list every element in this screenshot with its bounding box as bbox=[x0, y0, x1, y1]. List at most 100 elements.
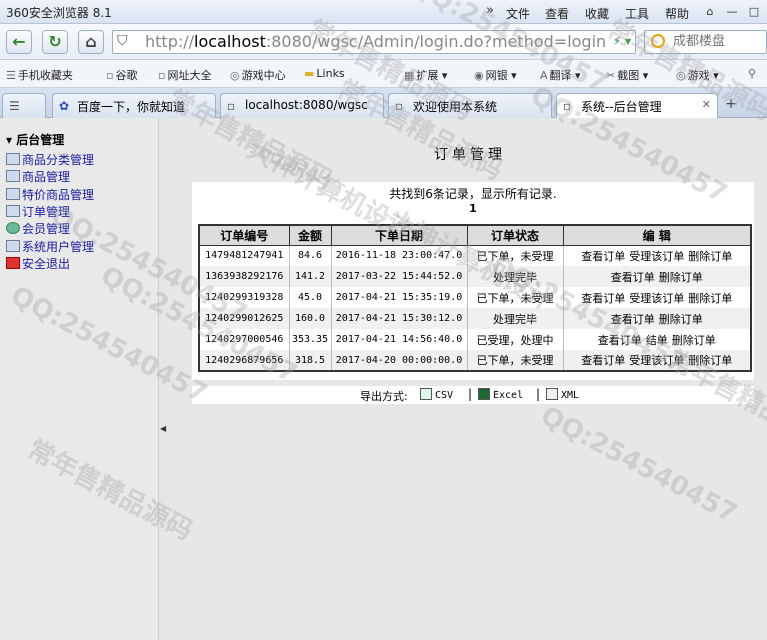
skin-icon[interactable]: ⌂ bbox=[700, 3, 720, 20]
special-icon bbox=[6, 188, 20, 200]
order-action-link[interactable]: 查看订单 bbox=[581, 250, 625, 263]
order-action-link[interactable]: 删除订单 bbox=[659, 313, 703, 326]
navigation-bar: ← ↻ ⌂ ⛉ http://localhost:8080/wgsc/Admin… bbox=[0, 24, 767, 60]
export-excel-button[interactable]: Excel bbox=[478, 388, 523, 401]
menu-help[interactable]: 帮助 bbox=[665, 5, 689, 22]
col-status: 订单状态 bbox=[466, 224, 564, 246]
order-action-link[interactable]: 结单 bbox=[646, 334, 668, 347]
page-icon: ▫ bbox=[158, 69, 166, 82]
menu-tools[interactable]: 工具 bbox=[625, 5, 649, 22]
maximize-icon[interactable]: □ bbox=[744, 3, 764, 20]
address-bar[interactable]: ⛉ http://localhost:8080/wgsc/Admin/login… bbox=[112, 30, 636, 54]
actions-cell: 查看订单 受理该订单 删除订单 bbox=[563, 245, 752, 266]
grid-icon: ▦ bbox=[404, 69, 415, 82]
frame-splitter[interactable]: ◀ bbox=[158, 118, 166, 640]
export-label: 导出方式: bbox=[360, 390, 408, 403]
tab-admin[interactable]: ▫ 系统--后台管理 ✕ bbox=[556, 93, 718, 118]
close-icon[interactable]: ✕ bbox=[702, 98, 711, 111]
back-arrow-icon: ← bbox=[12, 32, 26, 51]
search-icon[interactable]: ⚲ bbox=[748, 67, 758, 80]
search-input[interactable] bbox=[673, 34, 763, 49]
order-action-link[interactable]: 查看订单 bbox=[611, 313, 655, 326]
order-id-cell: 1240297000546 bbox=[199, 329, 290, 350]
screenshot-button[interactable]: ✂ 截图 ▾ bbox=[606, 67, 648, 83]
refresh-button[interactable]: ↻ bbox=[42, 30, 68, 54]
user-icon bbox=[6, 240, 20, 252]
sidebar-item-orders[interactable]: 订单管理 bbox=[6, 203, 70, 220]
new-tab-button[interactable]: + bbox=[722, 96, 740, 114]
refresh-icon: ↻ bbox=[48, 32, 62, 51]
sidebar-item-category[interactable]: 商品分类管理 bbox=[6, 151, 94, 168]
sidebar: ▾ 后台管理 商品分类管理 商品管理 特价商品管理 订单管理 会员管理 系统用户… bbox=[0, 118, 158, 640]
table-row: 1240299319328 45.0 2017-04-21 15:35:19.0 已下… bbox=[199, 287, 752, 308]
actions-cell: 查看订单 结单 删除订单 bbox=[563, 329, 752, 350]
orders-table-wrap: 订单编号 金额 下单日期 订单状态 编 辑 1479481247941 84.6 2… bbox=[192, 220, 754, 380]
xml-icon bbox=[546, 388, 558, 400]
tab-localhost[interactable]: ▫ localhost:8080/wgsc bbox=[220, 93, 384, 118]
export-csv-button[interactable]: CSV bbox=[420, 388, 453, 401]
order-action-link[interactable]: 删除订单 bbox=[688, 354, 732, 367]
sidebar-item-products[interactable]: 商品管理 bbox=[6, 168, 70, 185]
minimize-icon[interactable]: — bbox=[722, 3, 742, 20]
amount-cell: 353.35 bbox=[289, 329, 332, 350]
home-button[interactable]: ⌂ bbox=[78, 30, 104, 54]
sidebar-root[interactable]: ▾ 后台管理 bbox=[6, 131, 64, 148]
sidebar-item-specials[interactable]: 特价商品管理 bbox=[6, 186, 94, 203]
order-action-link[interactable]: 删除订单 bbox=[659, 271, 703, 284]
amount-cell: 318.5 bbox=[289, 350, 332, 371]
amount-cell: 84.6 bbox=[289, 245, 332, 266]
col-amount: 金额 bbox=[288, 224, 332, 246]
actions-cell: 查看订单 受理该订单 删除订单 bbox=[563, 350, 752, 371]
amount-cell: 45.0 bbox=[289, 287, 332, 308]
window-title: 360安全浏览器 8.1 bbox=[6, 6, 112, 20]
order-id-cell: 1479481247941 bbox=[199, 245, 290, 266]
sidebar-item-logout[interactable]: 安全退出 bbox=[6, 255, 70, 272]
menu-view[interactable]: 查看 bbox=[545, 5, 569, 22]
page-number[interactable]: 1 bbox=[192, 202, 754, 215]
bookmark-hao[interactable]: ▫ 网址大全 bbox=[158, 67, 211, 83]
order-action-link[interactable]: 查看订单 bbox=[611, 271, 655, 284]
title-bar: 360安全浏览器 8.1 » 文件 查看 收藏 工具 帮助 ⌂ — □ bbox=[0, 0, 767, 24]
order-action-link[interactable]: 受理该订单 bbox=[629, 250, 684, 263]
bank-button[interactable]: ◉ 网银 ▾ bbox=[474, 67, 517, 83]
order-action-link[interactable]: 查看订单 bbox=[581, 292, 625, 305]
back-button[interactable]: ← bbox=[6, 30, 32, 54]
export-xml-button[interactable]: XML bbox=[546, 388, 579, 401]
bookmark-google[interactable]: ▫ 谷歌 bbox=[106, 67, 137, 83]
speed-icon[interactable]: ⚡ ▾ bbox=[613, 34, 631, 48]
records-info: 共找到6条记录，显示所有记录. 1 bbox=[192, 182, 754, 220]
order-action-link[interactable]: 受理该订单 bbox=[629, 354, 684, 367]
sidebar-item-system-users[interactable]: 系统用户管理 bbox=[6, 238, 94, 255]
tab-baidu[interactable]: ✿ 百度一下，你就知道 bbox=[52, 93, 216, 118]
extensions-button[interactable]: ▦ 扩展 ▾ bbox=[404, 67, 447, 83]
sidebar-item-members[interactable]: 会员管理 bbox=[6, 220, 70, 237]
bookmark-mobile[interactable]: ☰ 手机收藏夹 bbox=[6, 67, 73, 83]
actions-cell: 查看订单 删除订单 bbox=[563, 308, 752, 329]
games-button[interactable]: ◎ 游戏 ▾ bbox=[676, 67, 719, 83]
bookmark-links[interactable]: ▬ Links bbox=[304, 67, 345, 80]
logout-icon bbox=[6, 257, 20, 269]
order-action-link[interactable]: 查看订单 bbox=[581, 354, 625, 367]
search-box[interactable] bbox=[644, 30, 767, 54]
gamepad-icon: ◎ bbox=[676, 69, 686, 82]
menu-favorites[interactable]: 收藏 bbox=[585, 5, 609, 22]
page-icon: ▫ bbox=[227, 99, 236, 113]
order-action-link[interactable]: 删除订单 bbox=[688, 250, 732, 263]
url-text[interactable]: http://localhost:8080/wgsc/Admin/login.d… bbox=[145, 32, 606, 51]
col-date: 下单日期 bbox=[330, 224, 468, 246]
export-bar: 导出方式: CSV | Excel | XML bbox=[192, 386, 754, 404]
order-action-link[interactable]: 受理该订单 bbox=[629, 292, 684, 305]
translate-button[interactable]: A 翻译 ▾ bbox=[540, 67, 581, 83]
bookmark-games-center[interactable]: ◎ 游戏中心 bbox=[230, 67, 286, 83]
bookmarks-bar: ☰ 手机收藏夹 ▫ 谷歌 ▫ 网址大全 ◎ 游戏中心 ▬ Links ▦ 扩展 ▾ ◉ 网银 … bbox=[0, 60, 767, 88]
tab-welcome[interactable]: ▫ 欢迎使用本系统 bbox=[388, 93, 552, 118]
product-icon bbox=[6, 170, 20, 182]
page-icon: ▫ bbox=[106, 69, 114, 82]
order-action-link[interactable]: 删除订单 bbox=[672, 334, 716, 347]
tab-menu[interactable]: ☰ bbox=[2, 93, 46, 118]
folder-icon: ▬ bbox=[304, 67, 315, 80]
menu-file[interactable]: 文件 bbox=[506, 5, 530, 22]
chevron-right-icon[interactable]: » bbox=[486, 3, 494, 18]
order-action-link[interactable]: 删除订单 bbox=[688, 292, 732, 305]
order-action-link[interactable]: 查看订单 bbox=[598, 334, 642, 347]
